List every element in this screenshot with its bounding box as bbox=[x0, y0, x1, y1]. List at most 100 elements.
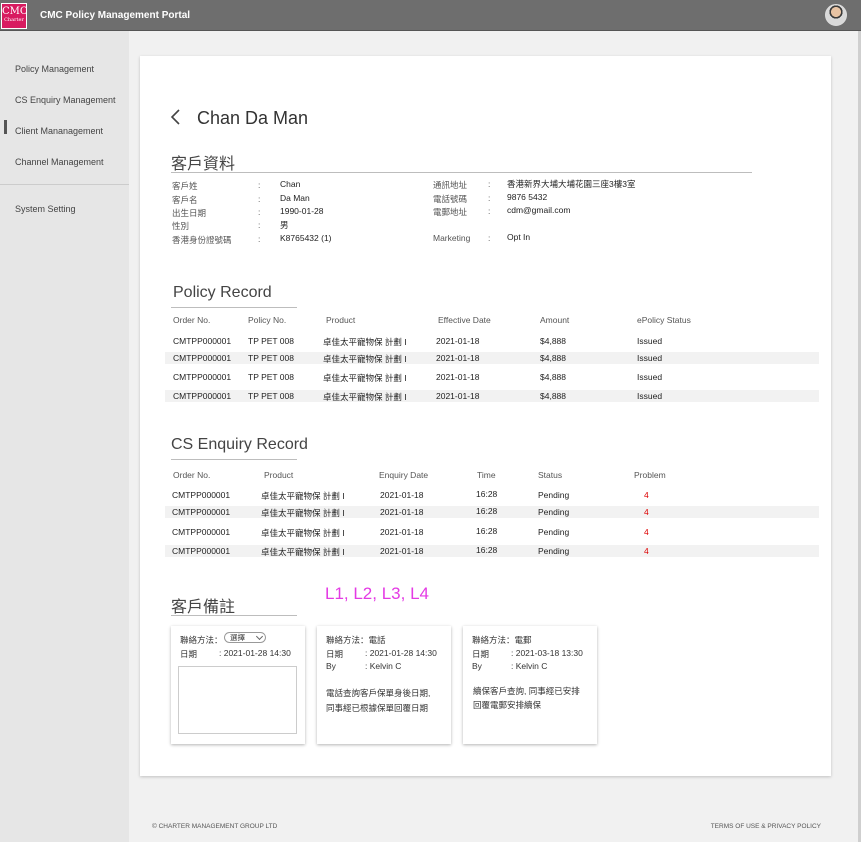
col-header-status[interactable]: Status bbox=[538, 470, 562, 480]
label-dob: 出生日期 bbox=[172, 208, 207, 218]
sidebar-item-channel-management[interactable]: Channel Management bbox=[15, 157, 104, 167]
by-label: By bbox=[472, 661, 482, 671]
cell-effective-date: 2021-01-18 bbox=[436, 336, 480, 346]
footer-terms-link[interactable]: TERMS OF USE & PRIVACY POLICY bbox=[711, 823, 821, 830]
policy-record-title: Policy Record bbox=[173, 284, 272, 301]
col-header-time[interactable]: Time bbox=[477, 470, 496, 480]
col-header-order-no[interactable]: Order No. bbox=[173, 315, 210, 325]
main-content: Chan Da Man 客戶資料 客戶姓 : Chan 客戶名 : Da Man… bbox=[129, 31, 861, 842]
date-value: : 2021-01-28 14:30 bbox=[365, 648, 437, 658]
sidebar-item-policy-management[interactable]: Policy Management bbox=[15, 64, 94, 74]
cell-product: 卓佳太平寵物保 計劃 I bbox=[261, 508, 345, 518]
label-marketing: Marketing bbox=[433, 233, 471, 243]
col-header-product[interactable]: Product bbox=[326, 315, 355, 325]
user-avatar-icon[interactable] bbox=[825, 4, 847, 26]
cell-status: Issued bbox=[637, 372, 663, 382]
colon: : bbox=[258, 194, 261, 204]
top-bar: CMC Charter CMC Policy Management Portal bbox=[0, 0, 861, 31]
sidebar-divider bbox=[0, 184, 129, 185]
value-hkid: K8765432 (1) bbox=[280, 233, 332, 243]
by-label: By bbox=[326, 661, 336, 671]
logo-subtext: Charter bbox=[4, 17, 24, 23]
cell-enquiry-date: 2021-01-18 bbox=[380, 527, 424, 537]
footer-copyright: © CHARTER MANAGEMENT GROUP LTD bbox=[152, 823, 278, 830]
date-label: 日期 bbox=[326, 649, 344, 659]
cell-enquiry-date: 2021-01-18 bbox=[380, 507, 424, 517]
note-card[interactable]: 聯絡方法：電郵 日期 : 2021-03-18 13:30 By : Kelvi… bbox=[463, 626, 597, 744]
cell-status: Pending bbox=[538, 490, 570, 500]
client-detail-card: Chan Da Man 客戶資料 客戶姓 : Chan 客戶名 : Da Man… bbox=[140, 56, 831, 776]
app-title: CMC Policy Management Portal bbox=[40, 10, 191, 21]
sidebar-item-client-management[interactable]: Client Mananagement bbox=[15, 126, 103, 136]
by-value: : Kelvin C bbox=[511, 661, 548, 671]
label-hkid: 香港身份證號碼 bbox=[172, 235, 232, 245]
cs-enquiry-rule bbox=[171, 459, 297, 460]
cell-policy-no: TP PET 008 bbox=[248, 391, 294, 401]
col-header-policy-no[interactable]: Policy No. bbox=[248, 315, 286, 325]
company-logo[interactable]: CMC Charter bbox=[1, 3, 28, 29]
cell-status: Issued bbox=[637, 353, 663, 363]
back-arrow-icon[interactable] bbox=[170, 109, 182, 125]
note-text: 回覆電郵安排續保 bbox=[473, 700, 542, 710]
cell-time: 16:28 bbox=[476, 506, 498, 516]
policy-record-rule bbox=[171, 307, 297, 308]
by-value: : Kelvin C bbox=[365, 661, 402, 671]
cell-amount: $4,888 bbox=[540, 391, 566, 401]
date-label: 日期 bbox=[472, 649, 490, 659]
col-header-epolicy-status[interactable]: ePolicy Status bbox=[637, 315, 691, 325]
cell-product: 卓佳太平寵物保 計劃 I bbox=[323, 373, 407, 383]
col-header-amount[interactable]: Amount bbox=[540, 315, 569, 325]
label-address: 通訊地址 bbox=[433, 180, 468, 190]
level-annotation: L1, L2, L3, L4 bbox=[325, 584, 429, 603]
value-marketing: Opt In bbox=[507, 232, 531, 242]
colon: : bbox=[258, 234, 261, 244]
value-address: 香港新界大埔大埔花園三座3樓3室 bbox=[507, 179, 636, 189]
cell-problem: 4 bbox=[644, 546, 649, 556]
value-dob: 1990-01-28 bbox=[280, 206, 324, 216]
new-note-card: 聯絡方法： 選擇 日期 : 2021-01-28 14:30 bbox=[171, 626, 305, 744]
sidebar-item-cs-enquiry-management[interactable]: CS Enquiry Management bbox=[15, 95, 116, 105]
chevron-down-icon bbox=[255, 632, 264, 641]
col-header-order-no[interactable]: Order No. bbox=[173, 470, 210, 480]
sidebar-item-system-setting[interactable]: System Setting bbox=[15, 204, 76, 214]
colon: : bbox=[488, 233, 491, 243]
client-info-rule bbox=[171, 172, 752, 173]
cell-product: 卓佳太平寵物保 計劃 I bbox=[323, 337, 407, 347]
note-text: 電話查詢客戶保單身後日期, bbox=[326, 688, 431, 698]
colon: : bbox=[258, 207, 261, 217]
value-phone: 9876 5432 bbox=[507, 192, 548, 202]
contact-method: 聯絡方法：電話 bbox=[326, 635, 386, 645]
logo-text: CMC bbox=[2, 6, 28, 17]
col-header-problem[interactable]: Problem bbox=[634, 470, 666, 480]
cell-problem: 4 bbox=[644, 527, 649, 537]
cell-amount: $4,888 bbox=[540, 353, 566, 363]
cell-order-no: CMTPP000001 bbox=[172, 490, 231, 500]
label-given-name: 客戶名 bbox=[172, 195, 198, 205]
note-text: 同事經已根據保單回覆日期 bbox=[326, 703, 429, 713]
value-gender: 男 bbox=[280, 220, 289, 230]
cell-status: Issued bbox=[637, 391, 663, 401]
cell-status: Pending bbox=[538, 527, 570, 537]
col-header-enquiry-date[interactable]: Enquiry Date bbox=[379, 470, 428, 480]
remarks-rule bbox=[171, 615, 297, 616]
cell-time: 16:28 bbox=[476, 545, 498, 555]
col-header-effective-date[interactable]: Effective Date bbox=[438, 315, 491, 325]
cell-product: 卓佳太平寵物保 計劃 I bbox=[261, 547, 345, 557]
cell-product: 卓佳太平寵物保 計劃 I bbox=[261, 491, 345, 501]
date-label: 日期 bbox=[180, 649, 198, 659]
cell-status: Pending bbox=[538, 546, 570, 556]
cell-effective-date: 2021-01-18 bbox=[436, 372, 480, 382]
label-phone: 電話號碼 bbox=[433, 194, 468, 204]
contact-method-select[interactable]: 選擇 bbox=[224, 632, 266, 643]
note-card[interactable]: 聯絡方法：電話 日期 : 2021-01-28 14:30 By : Kelvi… bbox=[317, 626, 451, 744]
note-textarea[interactable] bbox=[178, 666, 297, 734]
cell-order-no: CMTPP000001 bbox=[173, 336, 232, 346]
cell-order-no: CMTPP000001 bbox=[172, 546, 231, 556]
cell-order-no: CMTPP000001 bbox=[173, 353, 232, 363]
cell-product: 卓佳太平寵物保 計劃 I bbox=[323, 354, 407, 364]
label-gender: 性別 bbox=[172, 221, 190, 231]
col-header-product[interactable]: Product bbox=[264, 470, 293, 480]
cell-policy-no: TP PET 008 bbox=[248, 372, 294, 382]
value-surname: Chan bbox=[280, 179, 301, 189]
contact-method-select-value: 選擇 bbox=[230, 633, 245, 642]
